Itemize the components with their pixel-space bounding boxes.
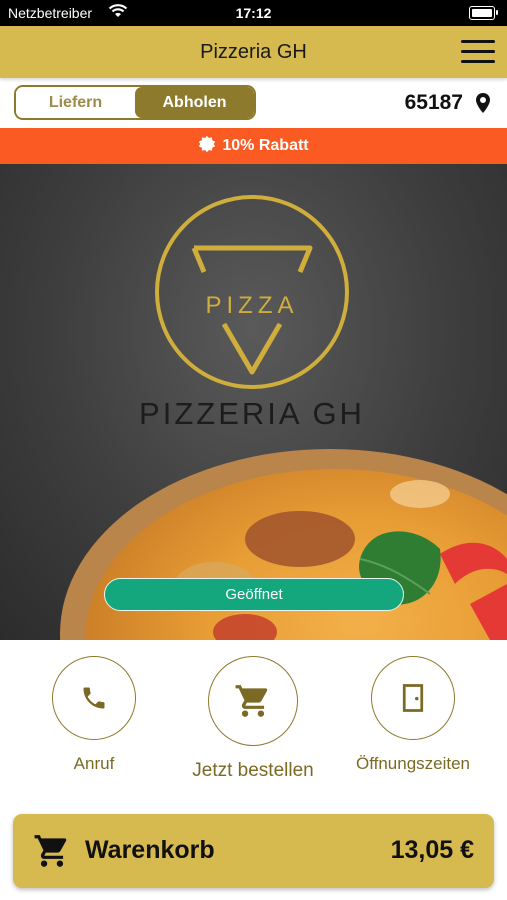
cart-button[interactable]: Warenkorb 13,05 €: [13, 814, 494, 888]
toggle-liefern[interactable]: Liefern: [16, 87, 135, 118]
call-action[interactable]: Anruf: [52, 656, 136, 774]
call-label: Anruf: [73, 754, 115, 773]
call-button[interactable]: [52, 656, 136, 740]
order-mode-row: Liefern Abholen 65187: [0, 82, 507, 126]
cart-icon: [34, 835, 67, 867]
pizza-logo: PIZZA PIZZERIA GH: [139, 195, 365, 431]
order-now-label: Jetzt bestellen: [192, 760, 314, 781]
order-now-button[interactable]: [208, 656, 298, 746]
hamburger-menu-icon[interactable]: [461, 40, 495, 64]
open-status-badge: Geöffnet: [104, 578, 404, 611]
app-header: Pizzeria GH: [0, 26, 507, 78]
order-mode-toggle: Liefern Abholen: [14, 85, 256, 120]
status-bar: Netzbetreiber 17:12: [0, 0, 507, 26]
clock: 17:12: [235, 5, 272, 21]
zip-code[interactable]: 65187: [405, 91, 463, 115]
order-now-action[interactable]: Jetzt bestellen: [192, 656, 314, 782]
svg-text:PIZZA: PIZZA: [205, 292, 298, 319]
cart-label: Warenkorb: [85, 836, 215, 864]
cart-total: 13,05 €: [390, 836, 474, 864]
discount-banner: 10% Rabatt: [0, 128, 507, 164]
svg-text:PIZZERIA GH: PIZZERIA GH: [139, 396, 365, 431]
battery-icon: [469, 6, 498, 20]
location-pin-icon[interactable]: [475, 92, 491, 119]
door-icon: [402, 684, 424, 712]
page-title: Pizzeria GH: [200, 41, 307, 63]
discount-text: 10% Rabatt: [222, 137, 309, 154]
opening-hours-label: Öffnungszeiten: [355, 754, 471, 773]
pizza-photo: [60, 449, 507, 640]
opening-hours-action[interactable]: Öffnungszeiten: [356, 656, 470, 774]
badge-icon: [199, 136, 216, 153]
phone-icon: [83, 687, 105, 709]
toggle-abholen[interactable]: Abholen: [135, 87, 254, 118]
opening-hours-button[interactable]: [371, 656, 455, 740]
cart-icon: [235, 685, 268, 717]
restaurant-hero-image: PIZZA PIZZERIA GH: [0, 164, 507, 640]
